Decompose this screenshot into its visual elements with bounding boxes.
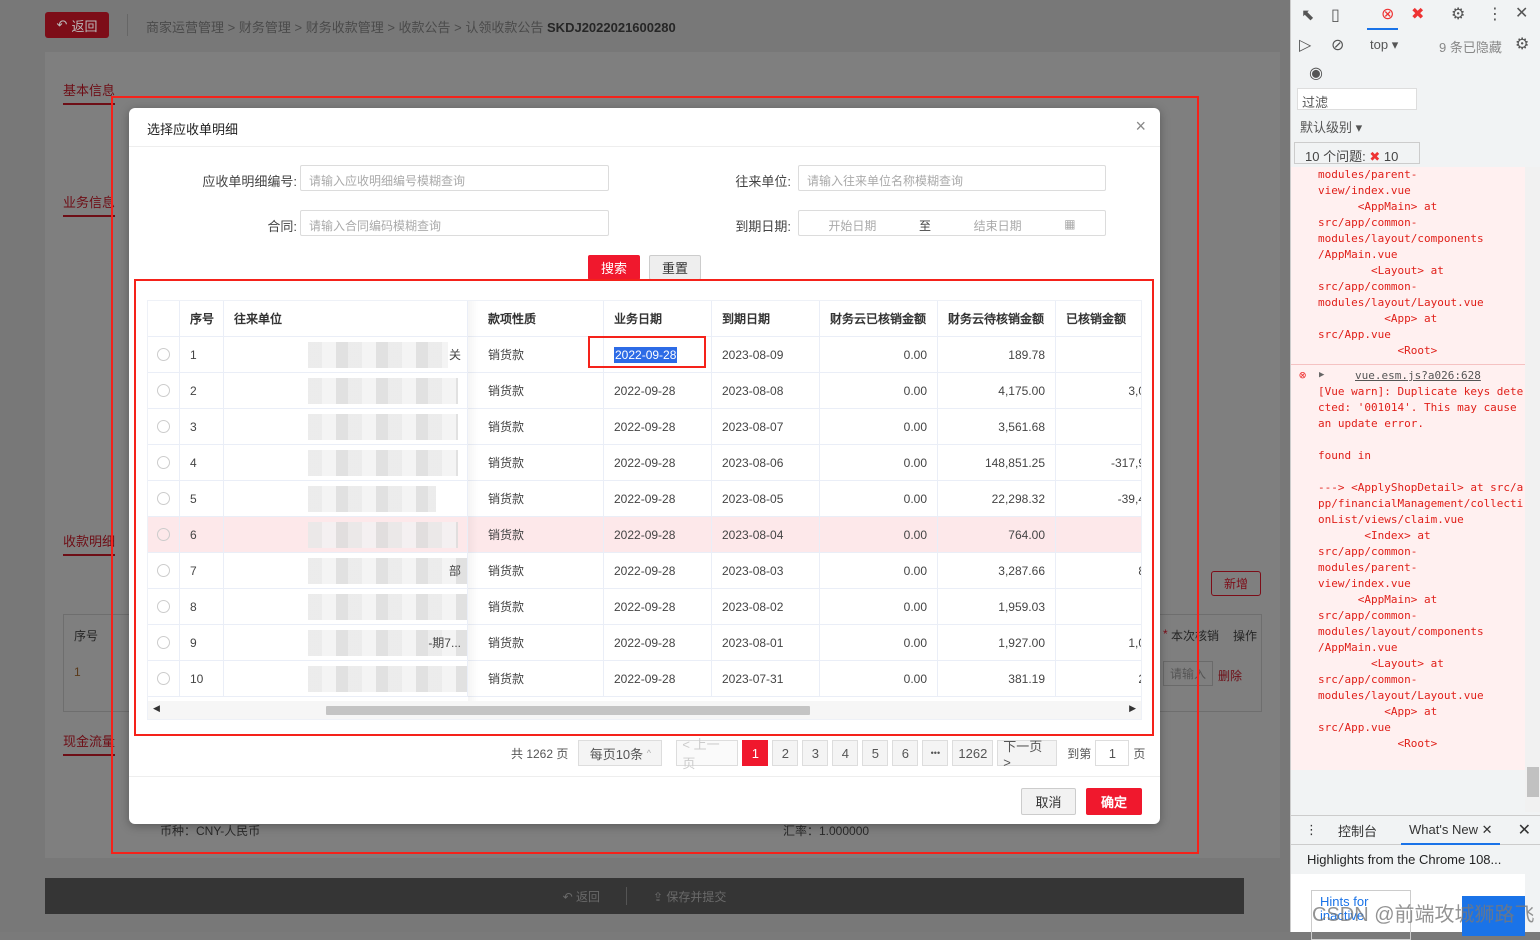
crumb[interactable]: 财务管理 bbox=[239, 20, 291, 35]
whats-new-headline: Highlights from the Chrome 108... bbox=[1307, 852, 1502, 867]
upload-icon: ⇪ bbox=[652, 889, 664, 904]
clear-console-icon[interactable]: ⊘ bbox=[1331, 35, 1344, 55]
sidebar-toggle-icon[interactable]: ▷ bbox=[1299, 35, 1311, 55]
footer-bar: ↶ 返回 ⇪ 保存并提交 bbox=[45, 878, 1244, 914]
col-operation: 操作 bbox=[1233, 629, 1258, 643]
devtools-panel: ⬉ ▯ ⊗ ✖ ⚙ ⋮ ✕ ▷ ⊘ top ▾ 9 条已隐藏 ⚙ ◉ 过滤 默认… bbox=[1290, 0, 1540, 940]
crumb[interactable]: 商家运营管理 bbox=[146, 20, 224, 35]
console-settings-icon[interactable]: ⚙ bbox=[1515, 34, 1529, 54]
context-select[interactable]: top ▾ bbox=[1370, 37, 1398, 53]
divider bbox=[127, 14, 128, 36]
save-submit-label: 保存并提交 bbox=[666, 889, 727, 904]
issues-button[interactable]: 10 个问题: ✖ 10 bbox=[1294, 142, 1420, 164]
divider bbox=[625, 887, 627, 905]
section-receipt-detail: 收款明细 bbox=[63, 531, 116, 556]
tab-whats-new-label: What's New bbox=[1409, 821, 1478, 837]
error-source-link[interactable]: vue.esm.js?a026:628 bbox=[1291, 368, 1525, 384]
back-button[interactable]: ↶ 返回 bbox=[45, 12, 109, 38]
hidden-count: 9 条已隐藏 bbox=[1439, 40, 1502, 55]
save-submit-button[interactable]: ⇪ 保存并提交 bbox=[653, 888, 726, 905]
breadcrumb: 商家运营管理 > 财务管理 > 财务收款管理 > 收款公告 > 认领收款公告 S… bbox=[146, 20, 676, 35]
context-label: top bbox=[1370, 37, 1389, 52]
drawer-menu-icon[interactable]: ⋮ bbox=[1305, 822, 1318, 838]
crumb[interactable]: 收款公告 bbox=[399, 20, 451, 35]
settings-icon[interactable]: ⚙ bbox=[1451, 4, 1465, 24]
error-icon[interactable]: ⊗ bbox=[1381, 4, 1394, 24]
drawer-tabs: ⋮ 控制台 What's New ✕ ✕ bbox=[1291, 815, 1540, 845]
console-filter-input[interactable]: 过滤 bbox=[1297, 88, 1417, 110]
issues-label: 10 个问题: bbox=[1305, 149, 1366, 164]
watermark: CSDN @前端攻城狮路飞 bbox=[1312, 904, 1535, 926]
tab-whats-new[interactable]: What's New ✕ bbox=[1401, 816, 1501, 845]
col-index: 序号 bbox=[74, 629, 99, 643]
more-icon[interactable]: ⋮ bbox=[1487, 4, 1503, 24]
add-button[interactable]: 新增 bbox=[1211, 571, 1261, 596]
footer-back-button[interactable]: ↶ 返回 bbox=[563, 888, 600, 905]
doc-number: SKDJ2022021600280 bbox=[547, 20, 676, 35]
error-message: [Vue warn]: Duplicate keys detected: '00… bbox=[1318, 385, 1524, 750]
footer-back-label: 返回 bbox=[575, 889, 600, 904]
log-level-select[interactable]: 默认级别 ▾ bbox=[1300, 117, 1362, 136]
crumb[interactable]: 认领收款公告 bbox=[465, 20, 543, 35]
crumb[interactable]: 财务收款管理 bbox=[306, 20, 384, 35]
row-index: 1 bbox=[74, 665, 81, 679]
device-toolbar-icon[interactable]: ▯ bbox=[1331, 5, 1340, 25]
console-error-entry: ⊗ ▶ vue.esm.js?a026:628 [Vue warn]: Dupl… bbox=[1291, 364, 1525, 752]
eye-icon[interactable]: ◉ bbox=[1309, 63, 1323, 83]
section-business: 业务信息 bbox=[63, 192, 116, 217]
delete-link[interactable]: 删除 bbox=[1218, 667, 1242, 684]
issues-icon[interactable]: ✖ bbox=[1411, 4, 1424, 24]
tab-console[interactable]: 控制台 bbox=[1338, 821, 1377, 840]
console-scrollbar[interactable] bbox=[1525, 167, 1540, 812]
console-output: modules/parent- view/index.vue <AppMain>… bbox=[1291, 167, 1525, 770]
active-tab-indicator bbox=[1367, 28, 1398, 30]
return-icon: ↶ bbox=[56, 17, 68, 32]
close-devtools-icon[interactable]: ✕ bbox=[1515, 3, 1528, 23]
section-basic: 基本信息 bbox=[63, 80, 116, 105]
close-drawer-icon[interactable]: ✕ bbox=[1518, 820, 1531, 840]
inspect-icon[interactable]: ⬉ bbox=[1301, 5, 1314, 25]
expand-icon[interactable]: ▶ bbox=[1319, 367, 1324, 383]
section-cash-flow: 现金流量 bbox=[63, 731, 116, 756]
error-icon: ⊗ bbox=[1299, 368, 1307, 382]
annotation-box bbox=[588, 336, 706, 368]
console-log-trace: modules/parent- view/index.vue <AppMain>… bbox=[1318, 168, 1484, 357]
log-level-label: 默认级别 bbox=[1300, 120, 1353, 135]
issues-count: 10 bbox=[1383, 149, 1399, 164]
